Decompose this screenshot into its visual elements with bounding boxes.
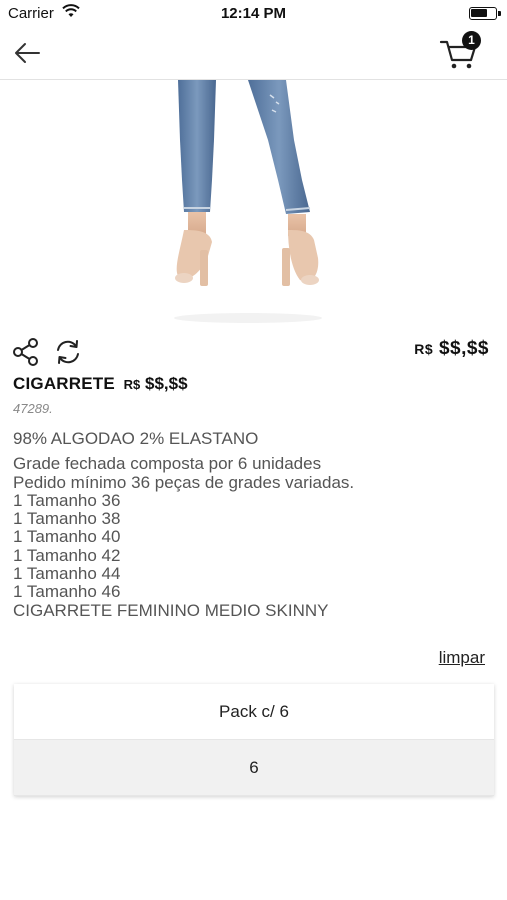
share-icon: [13, 338, 38, 366]
arrow-left-icon: [15, 43, 40, 63]
product-reference: 47289.: [13, 401, 53, 416]
back-button[interactable]: [12, 40, 44, 68]
pack-selector: Pack c/ 6 6: [14, 684, 494, 796]
pack-header: Pack c/ 6: [14, 684, 494, 740]
cart-count-badge: 1: [462, 31, 481, 50]
product-photo: [174, 80, 322, 323]
product-composition: 98% ALGODAO 2% ELASTANO: [13, 429, 259, 448]
product-price: R$ $$,$$: [124, 374, 188, 393]
price-top-currency: R$: [414, 341, 434, 357]
clear-selection-link[interactable]: limpar: [439, 648, 485, 668]
share-button[interactable]: [12, 337, 40, 367]
status-bar: Carrier 12:14 PM: [0, 0, 507, 28]
product-gallery[interactable]: [0, 80, 507, 330]
price-top: R$ $$,$$: [414, 338, 489, 360]
pack-quantity-option[interactable]: 6: [14, 740, 494, 796]
nav-bar: 1: [0, 28, 507, 80]
description-line: 1 Tamanho 38: [13, 509, 121, 529]
description-line: Pedido mínimo 36 peças de grades variada…: [13, 472, 355, 492]
product-price-currency: R$: [123, 377, 141, 392]
description-line: 1 Tamanho 36: [13, 490, 121, 510]
product-title-row: CIGARRETE R$ $$,$$: [13, 374, 188, 394]
description-line: CIGARRETE FEMININO MEDIO SKINNY: [13, 600, 329, 620]
description-line: 1 Tamanho 46: [13, 582, 121, 602]
battery-icon: [469, 7, 501, 20]
product-price-value: $$,$$: [145, 374, 188, 393]
refresh-icon: [57, 340, 79, 364]
product-description: 98% ALGODAO 2% ELASTANO Grade fechada co…: [13, 429, 493, 620]
refresh-button[interactable]: [54, 338, 82, 366]
description-line: 1 Tamanho 42: [13, 545, 121, 565]
price-top-value: $$,$$: [438, 338, 489, 359]
description-line: Grade fechada composta por 6 unidades: [13, 454, 322, 474]
clock: 12:14 PM: [220, 5, 287, 22]
description-line: 1 Tamanho 40: [13, 527, 121, 547]
description-line: 1 Tamanho 44: [13, 564, 121, 584]
product-name: CIGARRETE: [13, 374, 115, 393]
